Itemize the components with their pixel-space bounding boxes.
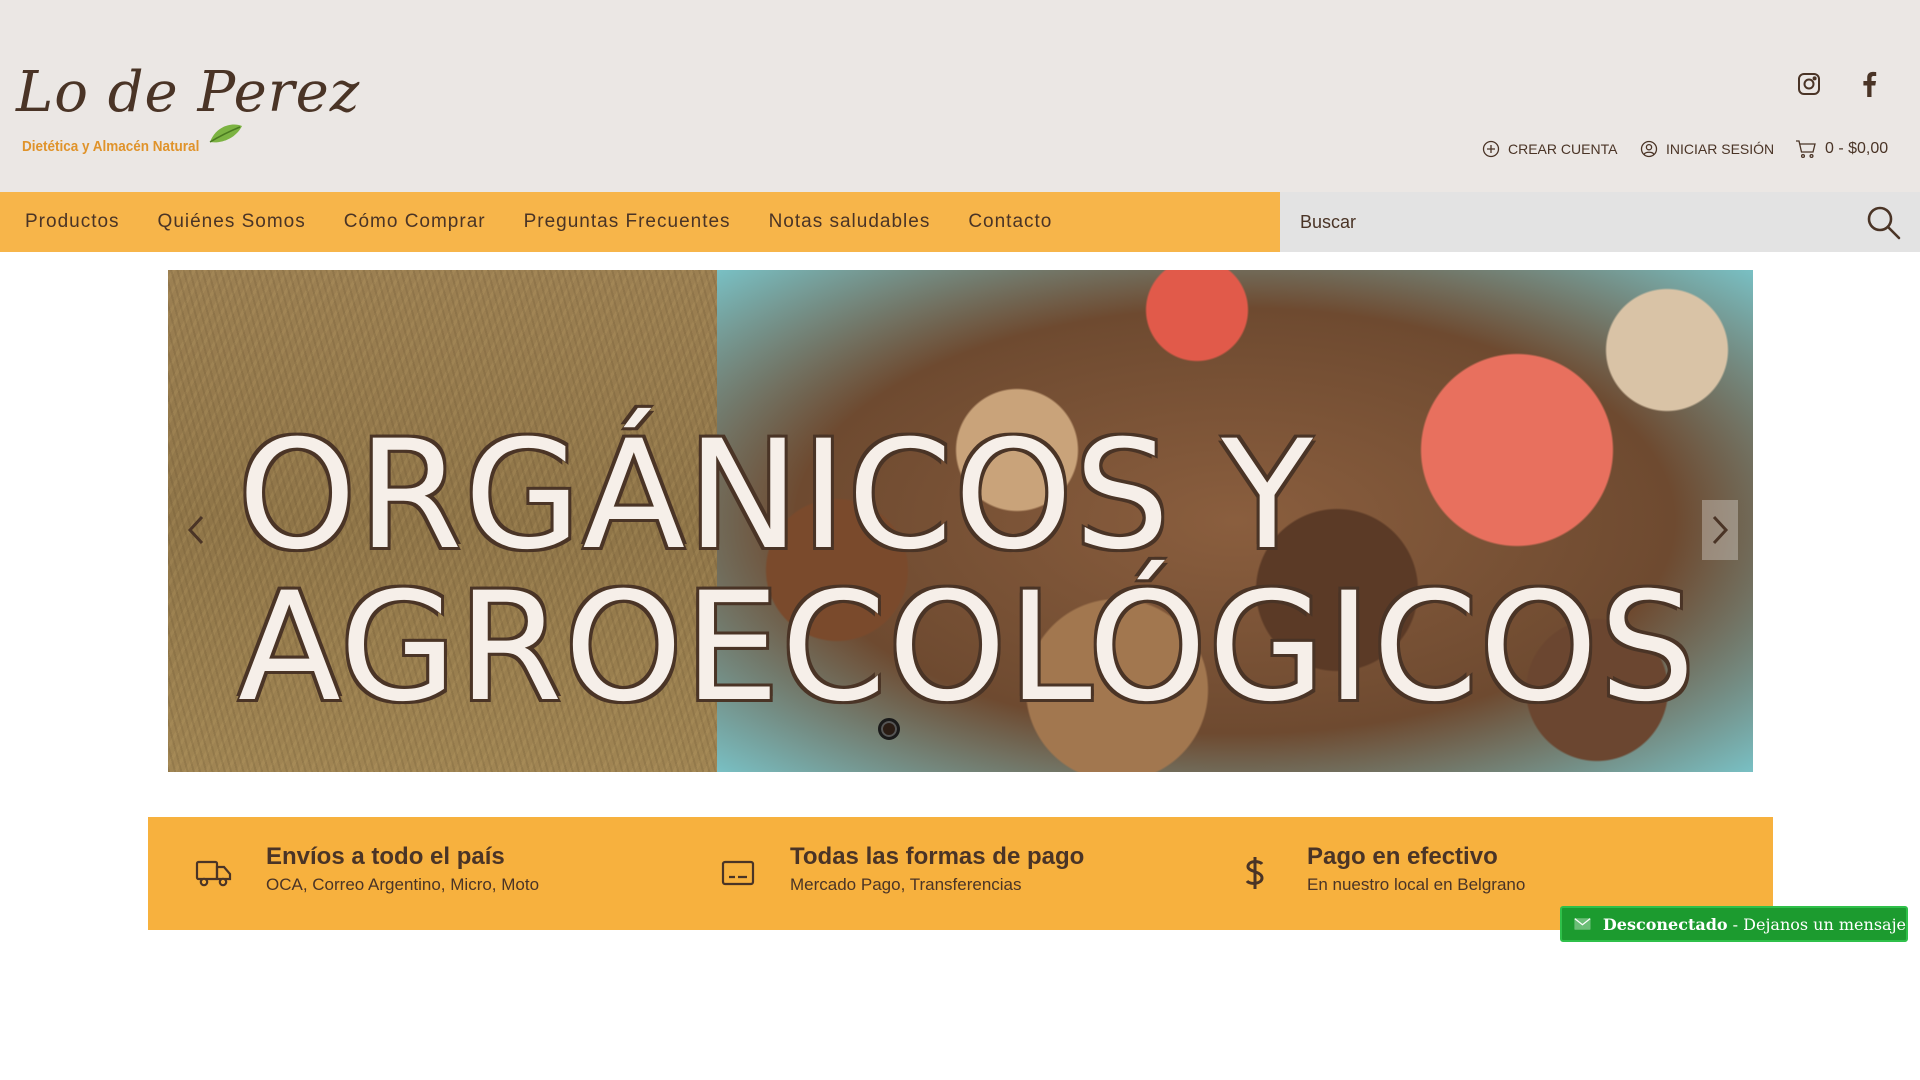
- create-account-link[interactable]: CREAR CUENTA: [1482, 140, 1617, 158]
- dollar-icon: [1231, 849, 1279, 897]
- main-nav: Productos Quiénes Somos Cómo Comprar Pre…: [0, 192, 1280, 252]
- chevron-right-icon: [1712, 515, 1729, 545]
- login-label: INICIAR SESIÓN: [1666, 141, 1775, 157]
- slide-title: ORGÁNICOS Y AGROECOLÓGICOS: [238, 420, 1695, 724]
- feature-title: Envíos a todo el país: [266, 843, 505, 870]
- feature-cash: Pago en efectivo En nuestro local en Bel…: [1231, 843, 1525, 897]
- login-link[interactable]: INICIAR SESIÓN: [1640, 140, 1774, 158]
- chevron-left-icon: [187, 515, 204, 545]
- nav-item-contacto[interactable]: Contacto: [968, 211, 1052, 233]
- create-account-label: CREAR CUENTA: [1508, 141, 1618, 157]
- nav-item-como-comprar[interactable]: Cómo Comprar: [344, 211, 486, 233]
- feature-subtitle: OCA, Correo Argentino, Micro, Moto: [266, 875, 540, 894]
- slide-title-line1: ORGÁNICOS Y: [238, 409, 1315, 583]
- facebook-icon[interactable]: [1853, 68, 1885, 100]
- feature-title: Todas las formas de pago: [790, 843, 1085, 870]
- leaf-icon: [209, 124, 242, 143]
- feature-subtitle: Mercado Pago, Transferencias: [790, 875, 1022, 894]
- cart-link[interactable]: 0 - $0,00: [1795, 139, 1888, 159]
- nav-item-notas-saludables[interactable]: Notas saludables: [769, 211, 931, 233]
- nav-item-preguntas-frecuentes[interactable]: Preguntas Frecuentes: [524, 211, 731, 233]
- header: Lo de Perez Dietética y Almacén Natural …: [0, 0, 1920, 192]
- nav-item-productos[interactable]: Productos: [25, 211, 120, 233]
- search-input[interactable]: [1280, 192, 1840, 252]
- slider-dot[interactable]: [878, 718, 900, 740]
- feature-title: Pago en efectivo: [1307, 843, 1498, 870]
- feature-payment: Todas las formas de pago Mercado Pago, T…: [714, 843, 1084, 897]
- logo-script: Lo de Perez: [16, 60, 361, 125]
- logo-tagline: Dietética y Almacén Natural: [22, 138, 200, 155]
- features-bar: Envíos a todo el país OCA, Correo Argent…: [148, 817, 1773, 930]
- chat-widget-button[interactable]: Desconectado - Dejanos un mensaje: [1560, 906, 1908, 942]
- site-logo[interactable]: Lo de Perez Dietética y Almacén Natural: [16, 60, 359, 170]
- instagram-icon[interactable]: [1793, 68, 1825, 100]
- truck-icon: [190, 849, 238, 897]
- nav-item-quienes-somos[interactable]: Quiénes Somos: [158, 211, 306, 233]
- slider-next-button[interactable]: [1702, 500, 1738, 560]
- cart-summary: 0 - $0,00: [1825, 140, 1889, 157]
- search-bar: [1280, 192, 1920, 252]
- chat-status: Desconectado: [1602, 914, 1728, 934]
- slider-prev-button[interactable]: [178, 500, 214, 560]
- plus-circle-icon: [1482, 140, 1500, 158]
- card-icon: [714, 849, 762, 897]
- search-icon[interactable]: [1866, 205, 1902, 241]
- cart-icon: [1796, 140, 1816, 159]
- envelope-icon: [1574, 918, 1591, 930]
- feature-shipping: Envíos a todo el país OCA, Correo Argent…: [190, 843, 539, 897]
- chat-message: - Dejanos un mensaje: [1727, 914, 1906, 934]
- slide-title-line2: AGROECOLÓGICOS: [238, 561, 1697, 735]
- feature-subtitle: En nuestro local en Belgrano: [1307, 875, 1526, 894]
- hero-slider[interactable]: ORGÁNICOS Y AGROECOLÓGICOS: [168, 270, 1753, 772]
- user-icon: [1640, 140, 1658, 158]
